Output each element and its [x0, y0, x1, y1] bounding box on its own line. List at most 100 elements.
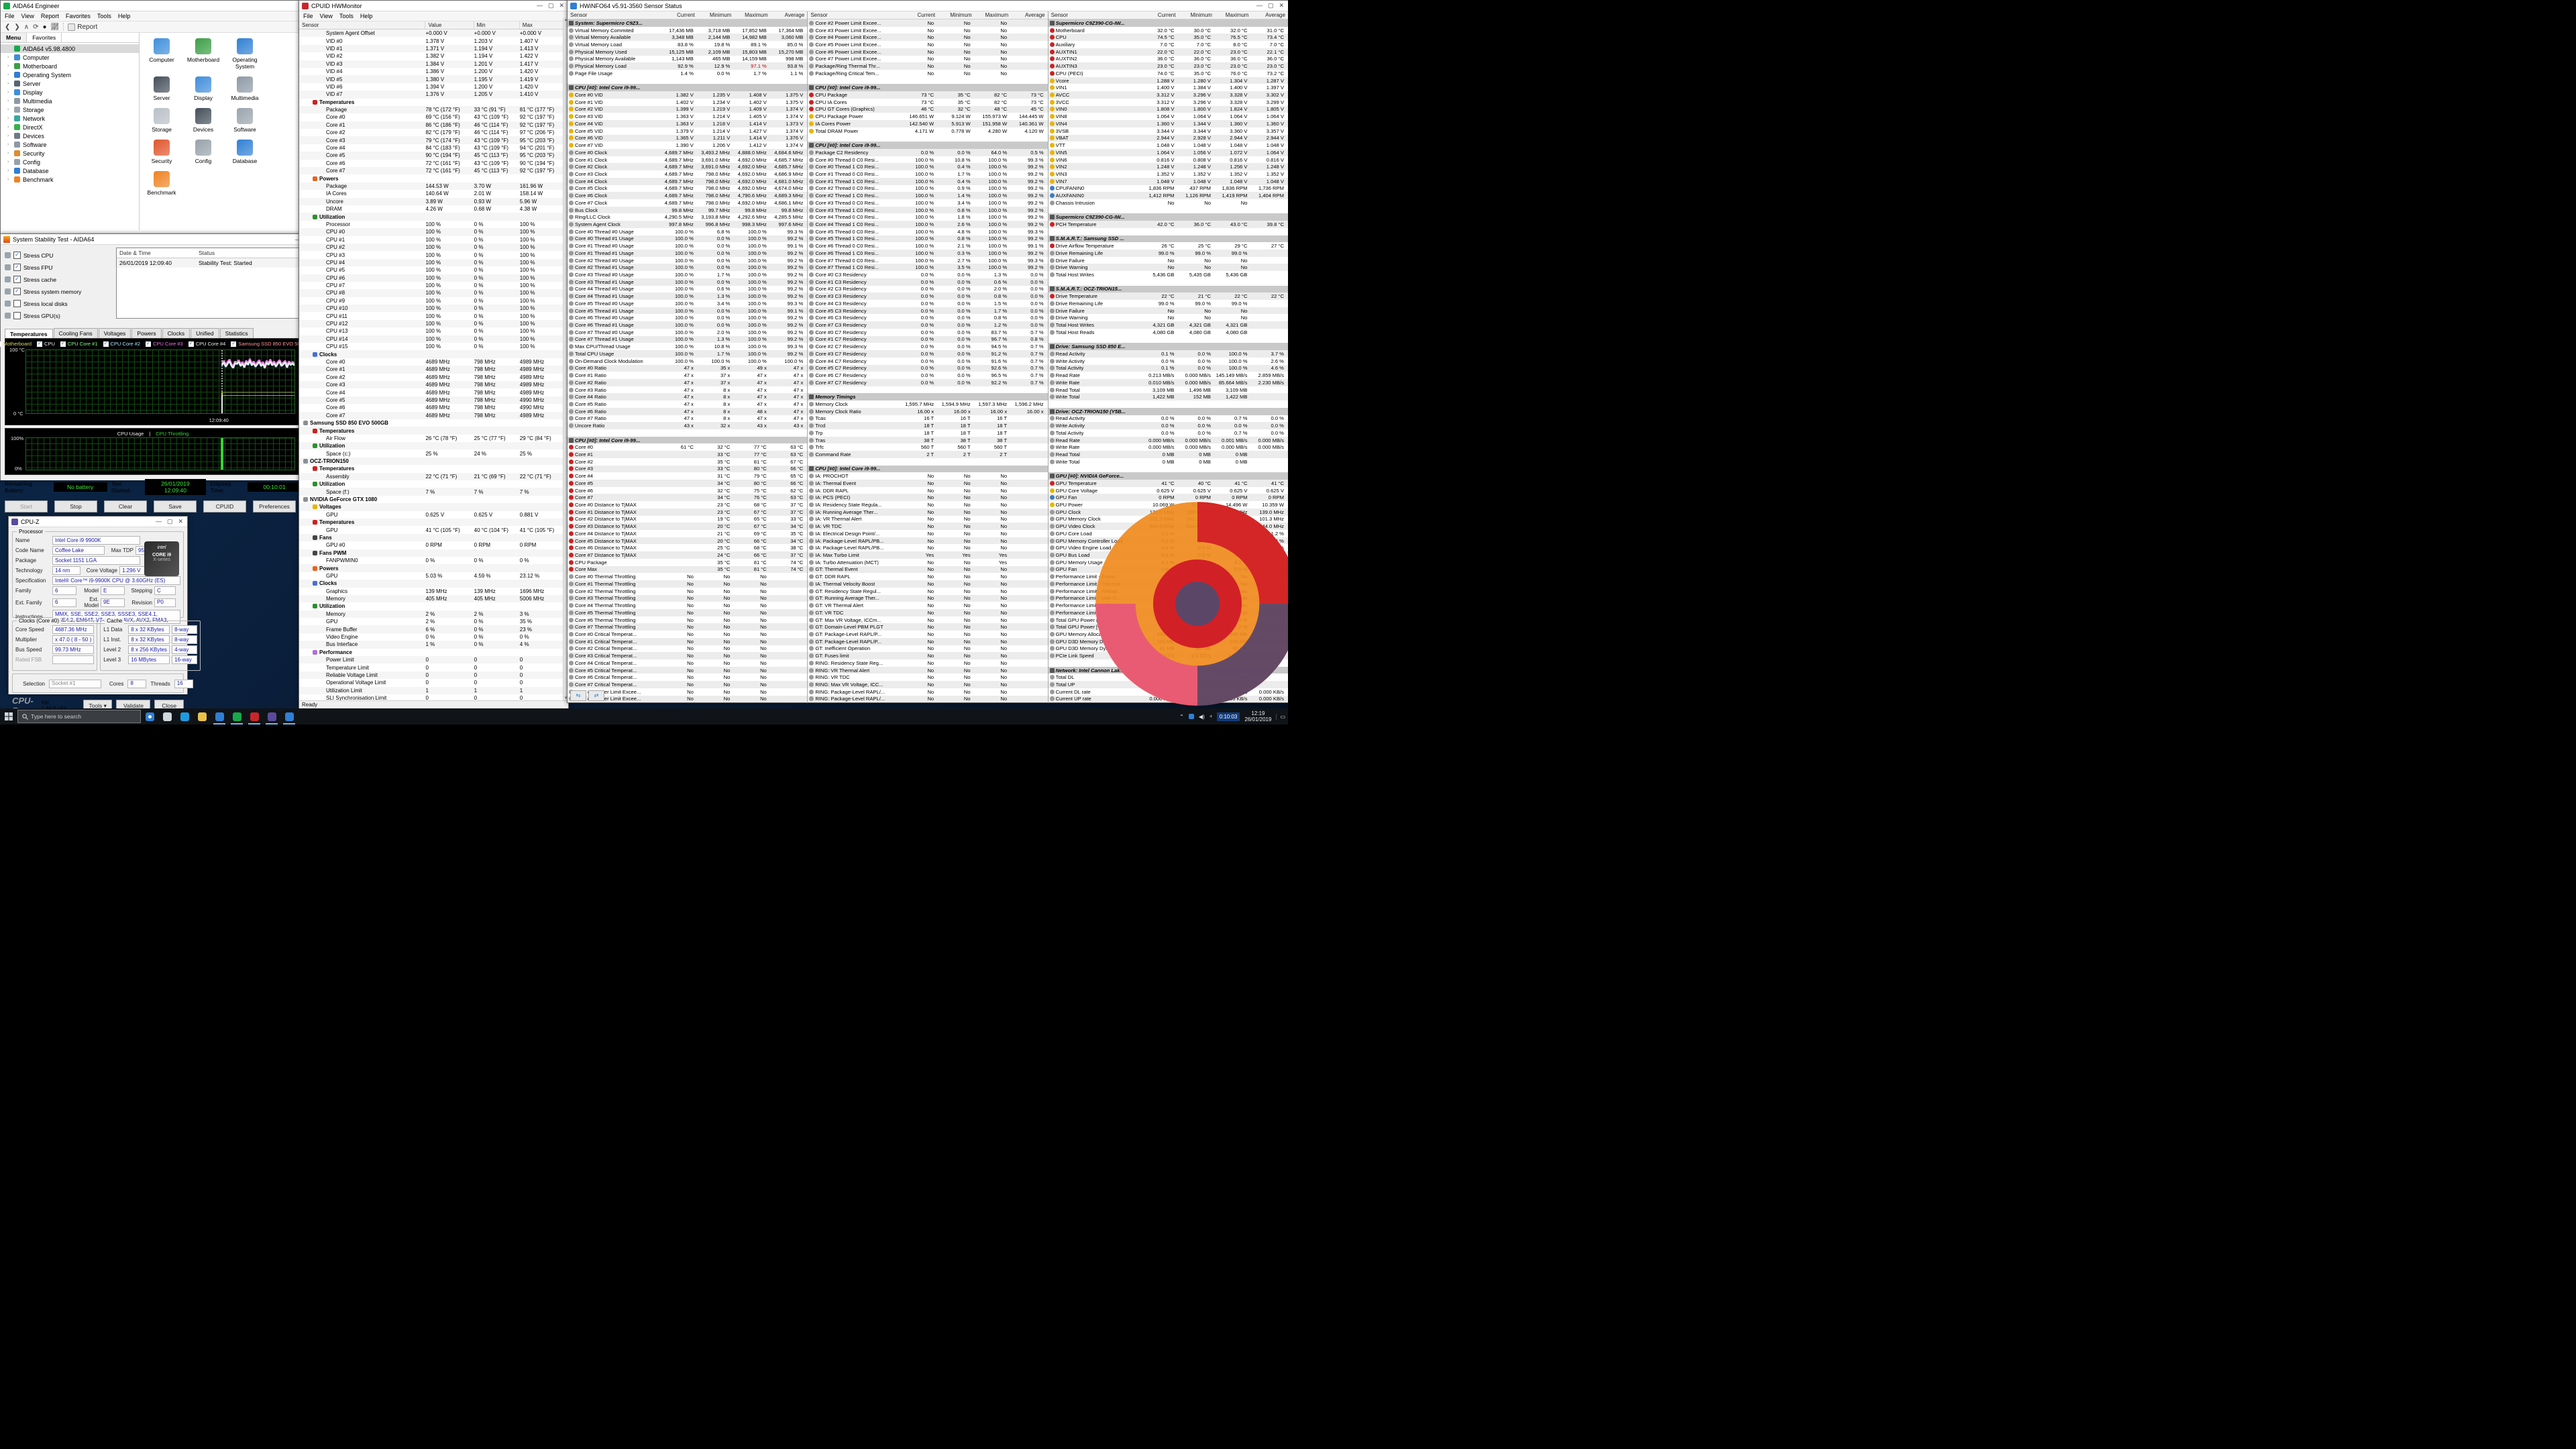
sensor-row[interactable]: Core #484 °C (183 °F)43 °C (109 °F)94 °C…: [299, 144, 568, 152]
cpuz-titlebar[interactable]: CPU-Z —▢✕: [9, 517, 187, 527]
tray-chevron-icon[interactable]: ⌃: [1179, 714, 1184, 720]
tab-powers[interactable]: Powers: [131, 328, 161, 338]
sensor-row[interactable]: GPU Memory Controller Load5.0 %5.0 %8.0 …: [1049, 537, 1288, 545]
sensor-row[interactable]: Physical Memory Load92.9 %12.9 %97.1 %93…: [568, 62, 807, 70]
legend-item[interactable]: ✓CPU Core #1: [60, 341, 98, 347]
hwinfo-titlebar[interactable]: HWiNFO64 v5.91-3560 Sensor Status —▢✕: [568, 1, 1288, 11]
sensor-row[interactable]: Core #4 Thread 1 C0 Resi...100.0 %2.6 %1…: [808, 221, 1047, 228]
sensor-group-header[interactable]: GPU [#0]: NVIDIA GeForce...: [1049, 472, 1288, 480]
maximize-icon[interactable]: ▢: [548, 2, 554, 9]
back-icon[interactable]: ❮: [5, 23, 10, 31]
sensor-row[interactable]: Total UP0 MB0 MB0 MB: [1049, 681, 1288, 688]
sensor-row[interactable]: Core #1 VID1.402 V1.234 V1.402 V1.375 V: [568, 99, 807, 106]
menu-item-tools[interactable]: Tools: [339, 13, 354, 19]
legend-item[interactable]: ✓CPU: [37, 341, 55, 347]
sensor-row[interactable]: Motherboard32.0 °C30.0 °C32.0 °C31.0 °C: [1049, 27, 1288, 34]
sensor-group-header[interactable]: Supermicro C9Z390-CG-IW...: [1049, 213, 1288, 221]
sensor-row[interactable]: Core #64689 MHz798 MHz4990 MHz: [299, 404, 568, 411]
sensor-row[interactable]: Core #1 C7 Residency0.0 %0.0 %96.7 %0.8 …: [808, 336, 1047, 343]
sensor-row[interactable]: VIN11.400 V1.384 V1.400 V1.397 V: [1049, 84, 1288, 91]
sensor-row[interactable]: Tras38 T38 T38 T: [808, 437, 1047, 444]
sensor-row[interactable]: Utilization Limit111: [299, 687, 568, 694]
sensor-row[interactable]: IA: Electrical Design Point/...NoNoNo: [808, 530, 1047, 537]
sensor-row[interactable]: Total GPU Power [% of TDP]7.1 %4.6 %7.2 …: [1049, 623, 1288, 631]
sensor-row[interactable]: Temperatures: [299, 519, 568, 526]
sensor-row[interactable]: GPU D3D Memory Dedicated240 MB239 MB240 …: [1049, 638, 1288, 645]
sensor-row[interactable]: Memory405 MHz405 MHz5006 MHz: [299, 595, 568, 602]
sensor-row[interactable]: Core #1 Thread #1 Usage100.0 %0.0 %100.0…: [568, 250, 807, 257]
refresh-icon[interactable]: ⟳: [33, 23, 38, 31]
sensor-row[interactable]: RING: VR Thermal AlertNoNoNo: [808, 667, 1047, 674]
sensor-group-header[interactable]: CPU [#0]: Intel Core i9-99...: [568, 437, 807, 444]
taskbar-app-cortana[interactable]: [141, 708, 158, 724]
sensor-row[interactable]: Core #632 °C75 °C62 °C: [568, 487, 807, 494]
sensor-row[interactable]: GT: Running Average Ther...NoNoNo: [808, 595, 1047, 602]
sensor-row[interactable]: Core #772 °C (161 °F)45 °C (113 °F)92 °C…: [299, 167, 568, 174]
category-icon-display[interactable]: Display: [182, 76, 224, 101]
sensor-row[interactable]: GPU Bus Load0.0 %0.0 %1.0 %0.3 %: [1049, 551, 1288, 559]
sensor-row[interactable]: Core #6 Thread #1 Usage100.0 %0.0 %100.0…: [568, 321, 807, 329]
sensor-row[interactable]: Core #2 Power Limit Excee...NoNoNo: [808, 19, 1047, 27]
tree-item-storage[interactable]: ›Storage: [1, 105, 139, 114]
sensor-row[interactable]: Core #4 C3 Residency0.0 %0.0 %1.5 %0.0 %: [808, 300, 1047, 307]
up-icon[interactable]: ∧: [24, 23, 29, 31]
sensor-row[interactable]: Read Total0 MB0 MB0 MB: [1049, 451, 1288, 458]
checkbox-stress-cpu[interactable]: ✓Stress CPU: [5, 252, 111, 259]
tree-item-server[interactable]: ›Server: [1, 79, 139, 88]
hwinfo-column-headers[interactable]: SensorCurrentMinimumMaximumAverage: [568, 11, 807, 19]
sensor-row[interactable]: CPU GT Cores (Graphics)46 °C32 °C48 °C45…: [808, 106, 1047, 113]
sensor-row[interactable]: Space (f:)7 %7 %7 %: [299, 488, 568, 495]
sensor-row[interactable]: Core #0 VID1.382 V1.235 V1.408 V1.375 V: [568, 91, 807, 99]
category-icon-security[interactable]: Security: [141, 140, 182, 164]
menu-item-tools[interactable]: Tools: [97, 13, 111, 19]
sensor-row[interactable]: GT: Domain-Level PBM PLGTNoNoNo: [808, 623, 1047, 631]
sensor-row[interactable]: AVCC3.312 V3.296 V3.328 V3.302 V: [1049, 91, 1288, 99]
taskbar-app-aida64[interactable]: [228, 708, 246, 724]
sensor-row[interactable]: Core #2 Ratio47 x37 x47 x47 x: [568, 379, 807, 386]
sensor-row[interactable]: GT: Residency State Regul...NoNoNo: [808, 588, 1047, 595]
sensor-row[interactable]: CPU #5100 %0 %100 %: [299, 266, 568, 274]
tree-item-benchmark[interactable]: ›Benchmark: [1, 175, 139, 184]
forward-icon[interactable]: ❯: [14, 23, 19, 31]
sensor-row[interactable]: Performance Limit - Reliabi...NoNoNoNo: [1049, 588, 1288, 595]
sensor-group-header[interactable]: CPU [#0]: Intel Core i9-99...: [808, 466, 1047, 473]
menu-item-file[interactable]: File: [5, 13, 15, 19]
sensor-row[interactable]: Core #133 °C77 °C63 °C: [568, 451, 807, 458]
sensor-row[interactable]: Core #5 Power Limit Excee...NoNoNo: [808, 41, 1047, 48]
sensor-row[interactable]: Core #3 Clock4,689.7 MHz798.0 MHz4,692.0…: [568, 170, 807, 178]
sensor-row[interactable]: IA: DDR RAPLNoNoNo: [808, 487, 1047, 494]
sensor-row[interactable]: Total DL0 MB0 MB0 MB: [1049, 674, 1288, 681]
sensor-row[interactable]: Core #4 Ratio47 x8 x47 x47 x: [568, 393, 807, 400]
sensor-row[interactable]: IA: PCS (PECI)NoNoNo: [808, 494, 1047, 501]
sensor-group-header[interactable]: CPU [#0]: Intel Core i9-99...: [808, 142, 1047, 149]
tab-statistics[interactable]: Statistics: [220, 328, 254, 338]
sensor-row[interactable]: VIN71.048 V1.048 V1.048 V1.048 V: [1049, 178, 1288, 185]
sensor-row[interactable]: Write Activity0.0 %0.0 %0.0 %0.0 %: [1049, 422, 1288, 429]
sensor-row[interactable]: Read Rate0.000 MB/s0.000 MB/s0.001 MB/s0…: [1049, 437, 1288, 444]
sensor-row[interactable]: GT: VR Thermal AlertNoNoNo: [808, 602, 1047, 609]
sensor-row[interactable]: Core #4 Thread 0 C0 Resi...100.0 %1.8 %1…: [808, 213, 1047, 221]
sensor-row[interactable]: Core #590 °C (194 °F)45 °C (113 °F)95 °C…: [299, 152, 568, 159]
category-icon-benchmark[interactable]: Benchmark: [141, 171, 182, 196]
legend-item[interactable]: ✓Motherboard: [0, 341, 32, 347]
sensor-row[interactable]: IA: Thermal Velocity BoostNoNoNo: [808, 580, 1047, 588]
start-button[interactable]: Start: [5, 500, 48, 513]
sensor-row[interactable]: Memory Clock Ratio16.00 x16.00 x16.00 x1…: [808, 408, 1047, 415]
sensor-row[interactable]: AUXTIN122.0 °C22.0 °C23.0 °C22.1 °C: [1049, 48, 1288, 56]
tab-voltages[interactable]: Voltages: [99, 328, 131, 338]
hwmonitor-titlebar[interactable]: CPUID HWMonitor —▢✕: [299, 1, 568, 11]
sensor-row[interactable]: Core #3 Thread #1 Usage100.0 %0.0 %100.0…: [568, 278, 807, 286]
sensor-row[interactable]: Core #44689 MHz798 MHz4989 MHz: [299, 388, 568, 396]
sensor-row[interactable]: GPU Core Load1.0 %0.0 %5.0 %1.2 %: [1049, 530, 1288, 537]
sensor-row[interactable]: Drive Remaining Life99.0 %99.0 %99.0 %: [1049, 250, 1288, 257]
sensor-row[interactable]: Auxiliary7.0 °C7.0 °C8.0 °C7.0 °C: [1049, 41, 1288, 48]
sensor-row[interactable]: Operational Voltage Limit000: [299, 679, 568, 686]
sensor-row[interactable]: Core #7 C7 Residency0.0 %0.0 %92.2 %0.7 …: [808, 379, 1047, 386]
sensor-row[interactable]: Drive Airflow Temperature26 °C25 °C29 °C…: [1049, 242, 1288, 250]
sensor-row[interactable]: Core #282 °C (179 °F)46 °C (114 °F)97 °C…: [299, 129, 568, 136]
search-input[interactable]: Type here to search: [17, 710, 141, 723]
maximize-icon[interactable]: ▢: [167, 518, 173, 525]
sensor-row[interactable]: IA: Thermal EventNoNoNo: [808, 480, 1047, 487]
sensor-row[interactable]: IA Cores Power142.540 W5.913 W151.958 W1…: [808, 120, 1047, 127]
sensor-row[interactable]: System Agent Clock997.8 MHz996.8 MHz998.…: [568, 221, 807, 228]
